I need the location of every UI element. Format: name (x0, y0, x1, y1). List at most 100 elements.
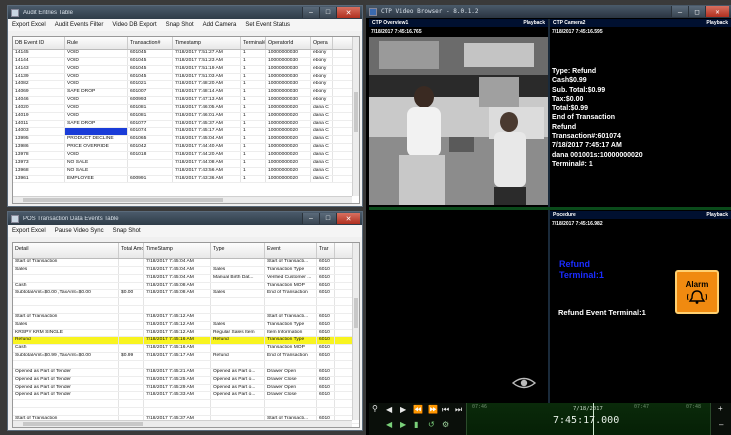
table-row[interactable]: 14003 601074 7/18/2017 7:45:17 AM 1 10000000… (13, 128, 359, 137)
table-row[interactable]: Start of Transaction 7/18/2017 7:45:12 AM… (13, 313, 359, 322)
minimize-button[interactable]: – (302, 213, 319, 224)
table-row[interactable]: 14069 SAFE DROP 601007 7/18/2017 7:48:14 AM… (13, 89, 359, 98)
column-header[interactable]: Rule (65, 37, 128, 49)
column-header[interactable]: Detail (13, 243, 119, 258)
table-row[interactable]: 13968 NO SALE 7/18/2017 7:43:56 AM 1 1000000… (13, 167, 359, 176)
table-row[interactable]: 14145 VOID 601045 7/18/2017 7:51:27 AM 1 1000… (13, 50, 359, 58)
table-row[interactable] (13, 298, 359, 307)
table-row[interactable]: Cash 7/18/2017 7:45:16 AM Transaction MOP 6… (13, 345, 359, 354)
table-row[interactable]: 14144 VOID 601045 7/18/2017 7:51:23 AM 1 1000… (13, 57, 359, 66)
menu-audit-events-filter[interactable]: Audit Events Filter (55, 22, 104, 28)
maximize-button[interactable]: □ (319, 213, 336, 224)
table-row[interactable]: 14011 SAFE DROP 601077 7/18/2017 7:45:37 AM… (13, 120, 359, 129)
table-cell: 7/18/2017 7:45:33 AM (144, 392, 211, 400)
table-row[interactable]: 14019 VOID 601081 7/18/2017 7:46:01 AM 1 1000… (13, 112, 359, 121)
menu-snap-shot[interactable]: Snap Shot (113, 228, 141, 234)
table-row[interactable] (13, 360, 359, 369)
table-row[interactable]: 13961 EMPLOYEE 600991 7/18/2017 7:43:36 AM 1… (13, 175, 359, 184)
alarm-badge[interactable]: Alarm (675, 270, 719, 314)
bell-icon (687, 289, 707, 304)
table-row[interactable] (13, 306, 359, 314)
pos-title-bar[interactable]: POS Transaction Data Events Table – □ ✕ (8, 212, 362, 225)
table-row[interactable]: Opened as Part of Tender 7/18/2017 7:45:2… (13, 368, 359, 377)
minimize-button[interactable]: – (302, 7, 319, 18)
step-back-icon[interactable]: ◀ (386, 405, 392, 414)
table-row[interactable]: Cash 7/18/2017 7:45:08 AM Transaction MOP 6… (13, 282, 359, 291)
camera-overview-image[interactable] (369, 37, 548, 205)
column-header[interactable]: Terminal# (241, 37, 266, 49)
table-cell: 1 (241, 159, 266, 167)
zoom-in-icon[interactable]: + (718, 404, 723, 413)
audit-title-bar[interactable]: Audit Entries Table – □ ✕ (8, 6, 362, 19)
table-row[interactable]: KRSPY KRM SINGLE 7/18/2017 7:45:12 AM Regu… (13, 329, 359, 338)
zoom-out-icon[interactable]: – (719, 420, 723, 429)
table-cell: Drawer Close (265, 376, 317, 384)
table-row[interactable]: 14082 VOID 601021 7/18/2017 7:48:20 AM 1 1000… (13, 81, 359, 90)
table-row[interactable]: Sales 7/18/2017 7:45:04 AM Sales Transactio… (13, 266, 359, 275)
maximize-button[interactable]: □ (688, 6, 705, 17)
menu-set-event-status[interactable]: Set Event Status (245, 22, 290, 28)
table-row[interactable] (13, 408, 359, 416)
audit-vertical-scrollbar[interactable] (352, 37, 359, 196)
skip-forward-icon[interactable]: ⏭ (455, 405, 462, 415)
zoom-icon[interactable]: ⚲ (372, 404, 378, 413)
menu-snap-shot[interactable]: Snap Shot (166, 22, 194, 28)
table-row[interactable]: 14143 VOID 601045 7/18/2017 7:51:19 AM 1 1000… (13, 65, 359, 74)
column-header[interactable]: Trar (317, 243, 335, 258)
table-row[interactable]: 13995 PRODUCT DECLINE 601065 7/18/2017 7:45… (13, 136, 359, 145)
close-button[interactable]: ✕ (336, 213, 360, 224)
maximize-button[interactable]: □ (319, 7, 336, 18)
table-row[interactable]: Refund 7/18/2017 7:45:16 AM Refund Transact… (13, 337, 359, 346)
play-icon[interactable]: ▶ (400, 405, 406, 414)
marker-icon[interactable]: ▮ (414, 420, 418, 429)
table-row[interactable]: Opened as Part of Tender 7/18/2017 7:45:3… (13, 392, 359, 401)
table-row[interactable]: 13978 VOID 601018 7/18/2017 7:44:20 AM 1 1000… (13, 151, 359, 160)
menu-video-db-export[interactable]: Video DB Export (112, 22, 156, 28)
pane-camera2-header[interactable]: CTP Camera2 Playback (550, 19, 731, 27)
rewind-icon[interactable]: ⏪ (413, 405, 423, 414)
table-row[interactable]: 14046 VOID 600993 7/18/2017 7:47:13 AM 1 1000… (13, 97, 359, 105)
table-row[interactable] (13, 400, 359, 409)
table-row[interactable]: SubtotalAmt=$0.99 ,TaxAmt=$0.00 $0.99 7/18… (13, 353, 359, 361)
audit-horizontal-scrollbar[interactable] (13, 196, 352, 203)
table-row[interactable]: SubtotalAmt=$0.00 ,TaxAmt=$0.00 $0.00 7/18… (13, 290, 359, 299)
table-row[interactable]: Start of Transaction 7/18/2017 7:45:04 AM… (13, 259, 359, 267)
table-row[interactable]: 7/18/2017 7:45:04 AM Manual Birth Dat... V… (13, 274, 359, 283)
column-header[interactable]: Opera (311, 37, 333, 49)
close-button[interactable]: ✕ (336, 7, 360, 18)
column-header[interactable]: Type (211, 243, 265, 258)
table-row[interactable]: 14020 VOID 601081 7/18/2017 7:46:05 AM 1 1000… (13, 104, 359, 113)
loop-icon[interactable]: ↺ (428, 420, 435, 429)
table-row[interactable]: Opened as Part of Tender 7/18/2017 7:45:2… (13, 376, 359, 385)
column-header[interactable]: Total Amount (119, 243, 144, 258)
close-button[interactable]: ✕ (705, 6, 729, 17)
column-header[interactable]: Timestamp (173, 37, 241, 49)
menu-add-camera[interactable]: Add Camera (203, 22, 237, 28)
pos-vertical-scrollbar[interactable] (352, 243, 359, 420)
column-header[interactable]: DB Event ID (13, 37, 65, 49)
pos-horizontal-scrollbar[interactable] (13, 420, 352, 427)
table-cell (119, 313, 144, 321)
column-header[interactable]: Event (265, 243, 317, 258)
pane-overview-header[interactable]: CTP Overview1 Playback (369, 19, 548, 27)
table-row[interactable]: Opened as Part of Tender 7/18/2017 7:45:2… (13, 384, 359, 393)
frame-back-icon[interactable]: ◀ (386, 420, 392, 429)
column-header[interactable]: Transaction# (128, 37, 173, 49)
minimize-button[interactable]: – (671, 6, 688, 17)
pane-procedure-header[interactable]: Pocedure Playback (550, 211, 731, 219)
menu-pause-video-sync[interactable]: Pause Video Sync (55, 228, 104, 234)
table-row[interactable]: 13986 PRICE OVERRIDE 601042 7/18/2017 7:44:… (13, 144, 359, 152)
pane-camera2-timestamp: 7/18/2017 7:45:16.595 (552, 29, 603, 35)
skip-back-icon[interactable]: ⏮ (442, 405, 449, 415)
settings-icon[interactable]: ⚙ (442, 420, 449, 429)
video-title-bar[interactable]: CTP Video Browser - 8.0.1.2 – □ ✕ (366, 5, 731, 18)
frame-forward-icon[interactable]: ▶ (400, 420, 406, 429)
table-row[interactable]: Sales 7/18/2017 7:45:12 AM Sales Transactio… (13, 321, 359, 330)
column-header[interactable]: OperatorId (266, 37, 311, 49)
column-header[interactable]: TimeStamp (144, 243, 211, 258)
table-row[interactable]: 13973 NO SALE 7/18/2017 7:44:08 AM 1 1000000… (13, 159, 359, 168)
menu-export-excel[interactable]: Export Excel (12, 22, 46, 28)
table-row[interactable]: 14139 VOID 601045 7/18/2017 7:51:03 AM 1 1000… (13, 73, 359, 82)
menu-export-excel[interactable]: Export Excel (12, 228, 46, 234)
fast-forward-icon[interactable]: ⏩ (428, 405, 438, 414)
